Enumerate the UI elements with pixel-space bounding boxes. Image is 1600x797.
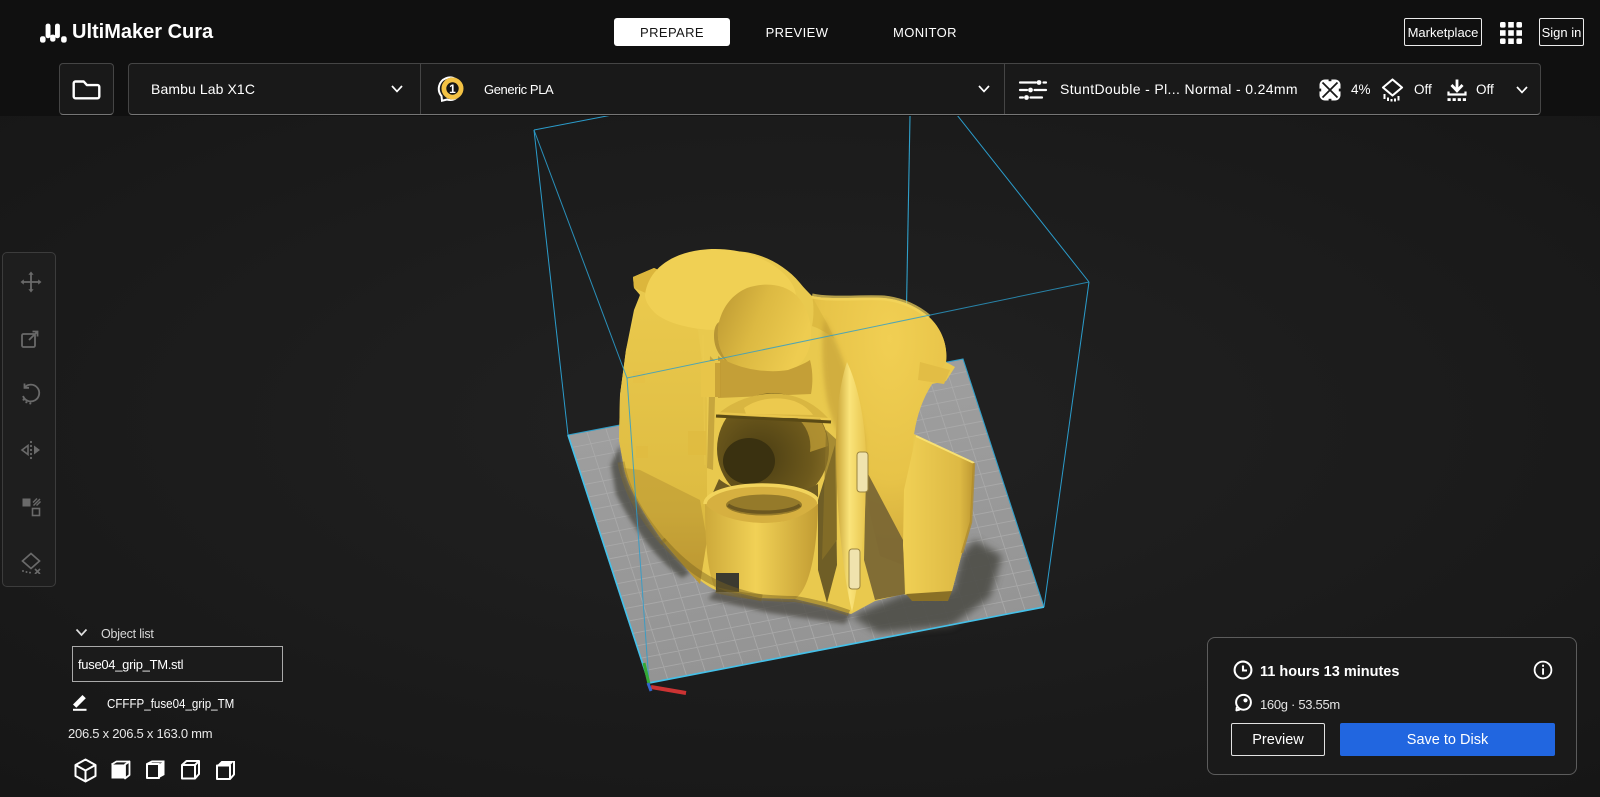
svg-text:1: 1 [449, 82, 456, 96]
